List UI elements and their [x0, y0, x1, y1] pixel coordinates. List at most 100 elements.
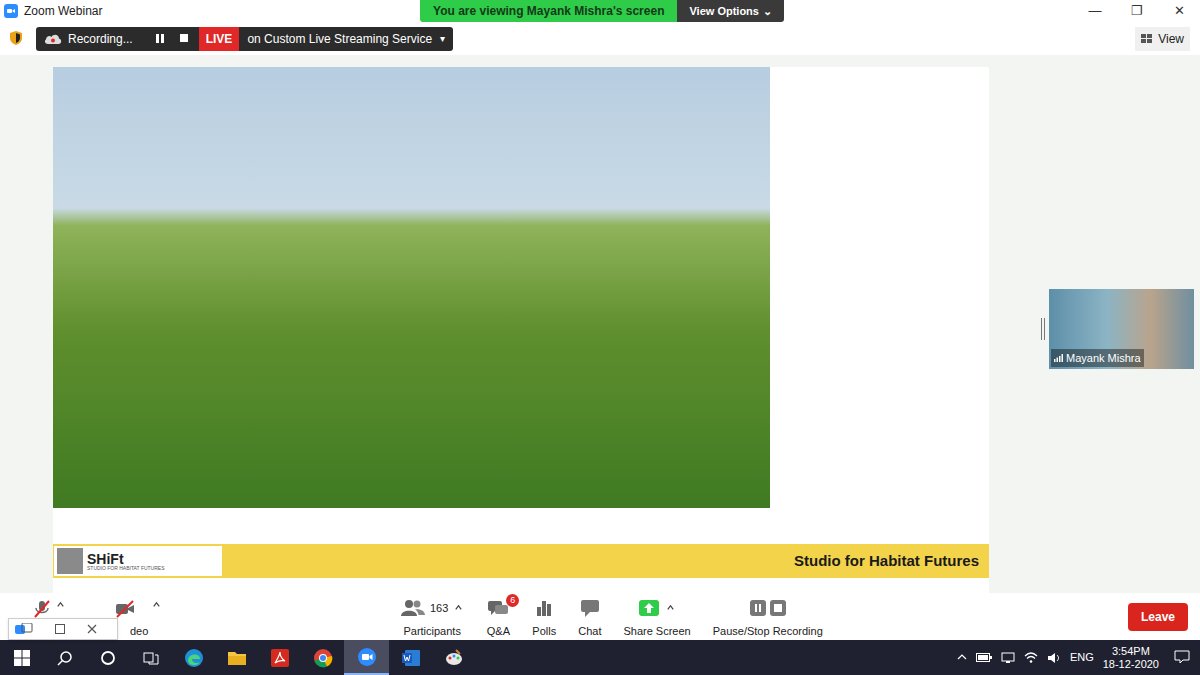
zoom-logo-icon [4, 4, 18, 18]
video-camera-icon[interactable] [114, 599, 136, 619]
mini-window [8, 618, 118, 640]
view-button[interactable]: View [1135, 27, 1190, 51]
clock[interactable]: 3:54PM18-12-2020 [1103, 645, 1159, 671]
screen-banner: You are viewing Mayank Mishra's screenVi… [420, 0, 784, 22]
cloud-recording-icon [44, 33, 62, 45]
toolbar-button[interactable]: Pause/Stop Recording [713, 597, 823, 640]
language-indicator[interactable]: ENG [1070, 649, 1094, 666]
signal-icon [1054, 354, 1063, 362]
chat-icon [579, 598, 601, 618]
wifi-icon[interactable] [1024, 652, 1038, 664]
caret-icon[interactable] [666, 603, 676, 613]
edge-icon[interactable] [172, 640, 215, 675]
participants-icon [400, 598, 426, 618]
grid-view-icon [1141, 34, 1153, 44]
paint-icon[interactable] [432, 640, 475, 675]
view-options-label: View Options [689, 3, 758, 20]
meeting-toolbar: deo 163Participants 6Q&A Polls Chat Share Scr… [0, 593, 1200, 640]
shared-slide: SHiFtSTUDIO FOR HABITAT FUTURES Studio fo… [53, 67, 989, 593]
pause-icon[interactable] [155, 33, 167, 45]
start-button-icon[interactable] [0, 640, 43, 675]
stream-label: on Custom Live Streaming Service [247, 30, 432, 48]
logo-image [57, 548, 83, 574]
toolbar-label: Share Screen [623, 623, 690, 640]
stop-icon[interactable] [179, 33, 191, 45]
microphone-icon[interactable] [32, 599, 52, 619]
toolbar-button[interactable]: Share Screen [623, 597, 690, 640]
view-label: View [1158, 30, 1184, 48]
speaker-name-tag: Mayank Mishra [1051, 349, 1144, 368]
live-stream-menu[interactable]: on Custom Live Streaming Service ▾ [239, 27, 453, 51]
toolbar-label: Pause/Stop Recording [713, 623, 823, 640]
notification-badge: 6 [506, 594, 519, 607]
leave-button[interactable]: Leave [1128, 603, 1188, 631]
window-control[interactable]: — [1074, 1, 1116, 21]
search-icon[interactable] [43, 640, 86, 675]
maximize-icon[interactable] [55, 624, 65, 634]
drag-handle-icon[interactable] [1041, 318, 1045, 340]
zoom-mini-icon[interactable] [15, 623, 33, 635]
file-explorer-icon[interactable] [215, 640, 258, 675]
clock-time: 3:54PM [1112, 645, 1150, 658]
view-options-button[interactable]: View Options ⌄ [677, 0, 783, 22]
acrobat-icon[interactable] [258, 640, 301, 675]
viewing-banner: You are viewing Mayank Mishra's screen [420, 0, 677, 22]
title-left: Zoom Webinar [0, 0, 420, 22]
toolbar-button[interactable]: 163Participants [400, 597, 464, 640]
slide-logo: SHiFtSTUDIO FOR HABITAT FUTURES [53, 545, 223, 577]
taskbar: ENG 3:54PM18-12-2020 [0, 640, 1200, 675]
stream-caret: ▾ [440, 31, 445, 46]
toolbar-button[interactable]: Polls [532, 597, 556, 640]
toolbar-button-top: 163 [400, 597, 464, 619]
pause-stop-recording-icon [748, 598, 788, 618]
word-icon[interactable] [389, 640, 432, 675]
video-caret-icon[interactable] [152, 600, 162, 610]
toolbar-label: Polls [532, 623, 556, 640]
clock-date: 18-12-2020 [1103, 658, 1159, 671]
footer-title: Studio for Habitat Futures [794, 550, 989, 573]
zoom-icon[interactable] [344, 640, 389, 675]
chrome-icon[interactable] [301, 640, 344, 675]
participant-count: 163 [430, 600, 448, 617]
toolbar-label: Chat [578, 623, 601, 640]
toolbar-button-top [579, 597, 601, 619]
toolbar-button-top [534, 597, 554, 619]
window-control[interactable]: ✕ [1158, 1, 1200, 21]
cortana-icon[interactable] [86, 640, 129, 675]
window-control[interactable]: ❐ [1116, 1, 1158, 21]
toolbar-button-top [748, 597, 788, 619]
slide-footer: SHiFtSTUDIO FOR HABITAT FUTURES Studio fo… [53, 544, 989, 578]
logo-text: SHiFtSTUDIO FOR HABITAT FUTURES [87, 552, 165, 571]
toolbar-button[interactable]: Chat [578, 597, 601, 640]
share-screen-icon [638, 598, 660, 618]
caret-icon[interactable] [454, 603, 464, 613]
toolbar-button-top [638, 597, 676, 619]
window-controls: —❐✕ [784, 0, 1200, 22]
notification-icon[interactable] [1174, 650, 1192, 666]
video-label: deo [130, 623, 148, 640]
close-icon[interactable] [87, 624, 97, 634]
speaker-name: Mayank Mishra [1066, 350, 1141, 367]
polls-icon [534, 598, 554, 618]
volume-icon[interactable] [1047, 652, 1061, 664]
tray-overflow-icon[interactable] [957, 653, 967, 663]
speaker-video: Mayank Mishra [1049, 289, 1194, 369]
shield-icon [10, 31, 24, 47]
recording-row: Recording...LIVEon Custom Live Streaming… [0, 22, 1200, 55]
mic-caret-icon[interactable] [56, 600, 66, 610]
view-options-caret: ⌄ [763, 6, 772, 17]
toolbar-button[interactable]: 6Q&A [486, 597, 510, 640]
recording-status: Recording... [36, 27, 199, 51]
meeting-area: SHiFtSTUDIO FOR HABITAT FUTURES Studio fo… [0, 55, 1200, 593]
network-icon[interactable] [1001, 652, 1015, 664]
toolbar-center: 163Participants 6Q&A Polls Chat Share Screen… [400, 593, 823, 640]
recording-label: Recording... [68, 30, 133, 48]
battery-icon[interactable] [976, 653, 992, 663]
logo-name: SHiFt [87, 552, 165, 566]
logo-sub: STUDIO FOR HABITAT FUTURES [87, 566, 165, 571]
system-tray: ENG 3:54PM18-12-2020 [957, 645, 1200, 671]
window-title: Zoom Webinar [24, 2, 102, 20]
task-view-icon[interactable] [129, 640, 172, 675]
title-bar: Zoom Webinar You are viewing Mayank Mishr… [0, 0, 1200, 22]
toolbar-button-top: 6 [486, 597, 510, 619]
